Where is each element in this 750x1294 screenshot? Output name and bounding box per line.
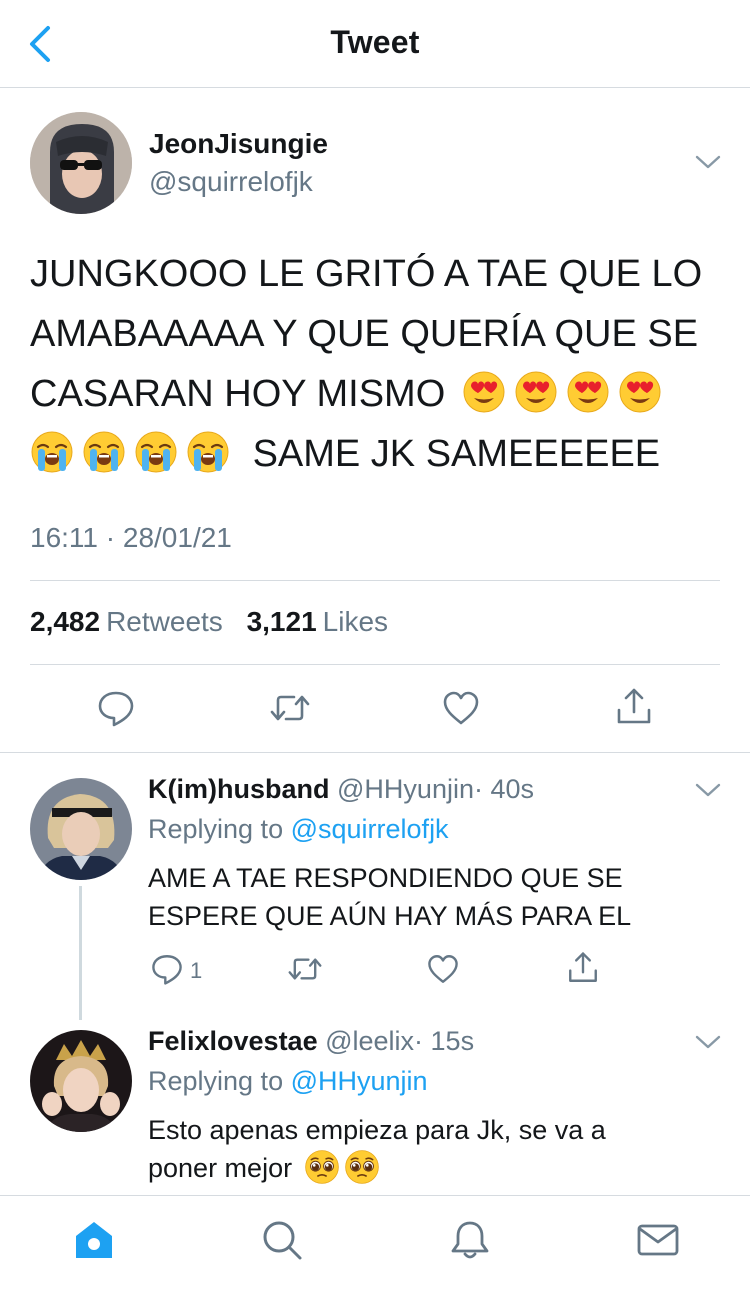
reply-avatar[interactable]	[30, 1030, 132, 1132]
likes-label: Likes	[322, 606, 389, 637]
reply-like-button[interactable]	[426, 952, 460, 986]
heart-eyes-emoji-icon	[462, 370, 506, 414]
reply-text-line: poner mejor	[148, 1149, 708, 1187]
reply-button[interactable]	[96, 688, 136, 728]
tweet-text-segment: CASARAN HOY MISMO	[30, 373, 446, 415]
heart-eyes-emoji-icon	[566, 370, 610, 414]
reply-text-line: Esto apenas empieza para Jk, se va a	[148, 1115, 606, 1145]
reply-options-chevron[interactable]	[694, 780, 722, 800]
chevron-down-icon	[695, 783, 721, 797]
retweet-button[interactable]	[268, 688, 312, 728]
share-button[interactable]	[614, 686, 654, 728]
retweet-icon	[270, 695, 310, 721]
reply-text-line: ESPERE QUE AÚN HAY MÁS PARA EL	[148, 901, 632, 931]
replying-label: Replying to	[148, 1066, 284, 1096]
share-icon	[569, 952, 597, 982]
pleading-face-emoji-icon	[344, 1149, 380, 1185]
tweet-text-line: SAME JK SAMEEEEEE	[30, 424, 720, 484]
tab-notifications[interactable]	[448, 1218, 492, 1262]
reply-options-chevron[interactable]	[694, 1032, 722, 1052]
reply-retweet-button[interactable]	[286, 952, 324, 986]
reply-author-name[interactable]: K(im)husband	[148, 774, 330, 804]
pleading-face-emoji-icon	[304, 1149, 340, 1185]
tab-search[interactable]	[260, 1218, 304, 1262]
tweet-stats: 2,482 Retweets 3,121 Likes	[30, 606, 404, 638]
retweets-label: Retweets	[106, 606, 223, 637]
author-name[interactable]: JeonJisungie	[149, 128, 328, 160]
reply-reply-button[interactable]	[150, 952, 184, 986]
loudly-crying-emoji-icon	[186, 430, 230, 474]
tweet-options-chevron[interactable]	[694, 152, 722, 172]
author-avatar[interactable]	[30, 112, 132, 214]
bottom-tab-bar	[0, 1195, 750, 1294]
likes-count: 3,121	[246, 606, 317, 637]
comment-icon	[98, 691, 134, 727]
section-divider	[0, 752, 750, 753]
author-handle[interactable]: @squirrelofjk	[149, 166, 313, 198]
heart-icon	[443, 691, 479, 725]
reply-count: 1	[190, 958, 203, 983]
like-button[interactable]	[441, 688, 481, 728]
top-navigation-bar: Tweet	[0, 0, 750, 88]
page-title: Tweet	[330, 24, 420, 60]
retweets-stat[interactable]: 2,482 Retweets	[30, 606, 247, 637]
loudly-crying-emoji-icon	[30, 430, 74, 474]
tweet-text-line: JUNGKOOO LE GRITÓ A TAE QUE LO	[30, 253, 703, 295]
loudly-crying-emoji-icon	[82, 430, 126, 474]
chevron-down-icon	[695, 1035, 721, 1049]
heart-icon	[428, 955, 458, 983]
reply-text: Esto apenas empieza para Jk, se va a pon…	[148, 1111, 708, 1187]
tweet-text-segment: SAME JK SAMEEEEEE	[252, 433, 661, 475]
bell-icon	[451, 1221, 489, 1259]
replying-to: Replying to @HHyunjin	[148, 1066, 428, 1097]
heart-eyes-emoji-icon	[618, 370, 662, 414]
likes-stat[interactable]: 3,121 Likes	[247, 606, 404, 637]
reply-text: AME A TAE RESPONDIENDO QUE SE ESPERE QUE…	[148, 859, 708, 935]
reply-author-handle[interactable]: @HHyunjin	[337, 774, 474, 804]
loudly-crying-emoji-icon	[134, 430, 178, 474]
share-icon	[617, 688, 651, 724]
mention-link[interactable]: @squirrelofjk	[291, 814, 449, 844]
reply-header: Felixlovestae @leelix· 15s	[148, 1026, 474, 1057]
reply-avatar[interactable]	[30, 778, 132, 880]
home-icon	[76, 1222, 112, 1258]
thread-connector-line	[79, 886, 82, 1020]
divider	[30, 664, 720, 665]
heart-eyes-emoji-icon	[514, 370, 558, 414]
tweet-timestamp[interactable]: 16:11 · 28/01/21	[30, 522, 232, 554]
reply-text-line: AME A TAE RESPONDIENDO QUE SE	[148, 863, 623, 893]
divider	[30, 580, 720, 581]
replying-label: Replying to	[148, 814, 284, 844]
reply-time: · 15s	[414, 1026, 475, 1056]
tab-home[interactable]	[72, 1218, 116, 1262]
reply-text-segment: poner mejor	[148, 1153, 293, 1183]
tweet-text: JUNGKOOO LE GRITÓ A TAE QUE LO AMABAAAAA…	[30, 244, 720, 484]
reply-header: K(im)husband @HHyunjin· 40s	[148, 774, 534, 805]
reply-share-button[interactable]	[566, 950, 600, 986]
reply-author-handle[interactable]: @leelix	[325, 1026, 414, 1056]
reply-time: · 40s	[473, 774, 534, 804]
reply-author-name[interactable]: Felixlovestae	[148, 1026, 318, 1056]
retweets-count: 2,482	[30, 606, 101, 637]
comment-icon	[152, 955, 182, 985]
mail-icon	[637, 1224, 679, 1256]
replying-to: Replying to @squirrelofjk	[148, 814, 449, 845]
tweet-text-line: AMABAAAAA Y QUE QUERÍA QUE SE	[30, 313, 699, 355]
retweet-icon	[288, 958, 322, 980]
tab-messages[interactable]	[636, 1218, 680, 1262]
search-icon	[263, 1221, 302, 1260]
mention-link[interactable]: @HHyunjin	[291, 1066, 428, 1096]
tweet-text-line: CASARAN HOY MISMO	[30, 364, 720, 424]
chevron-down-icon	[695, 155, 721, 169]
